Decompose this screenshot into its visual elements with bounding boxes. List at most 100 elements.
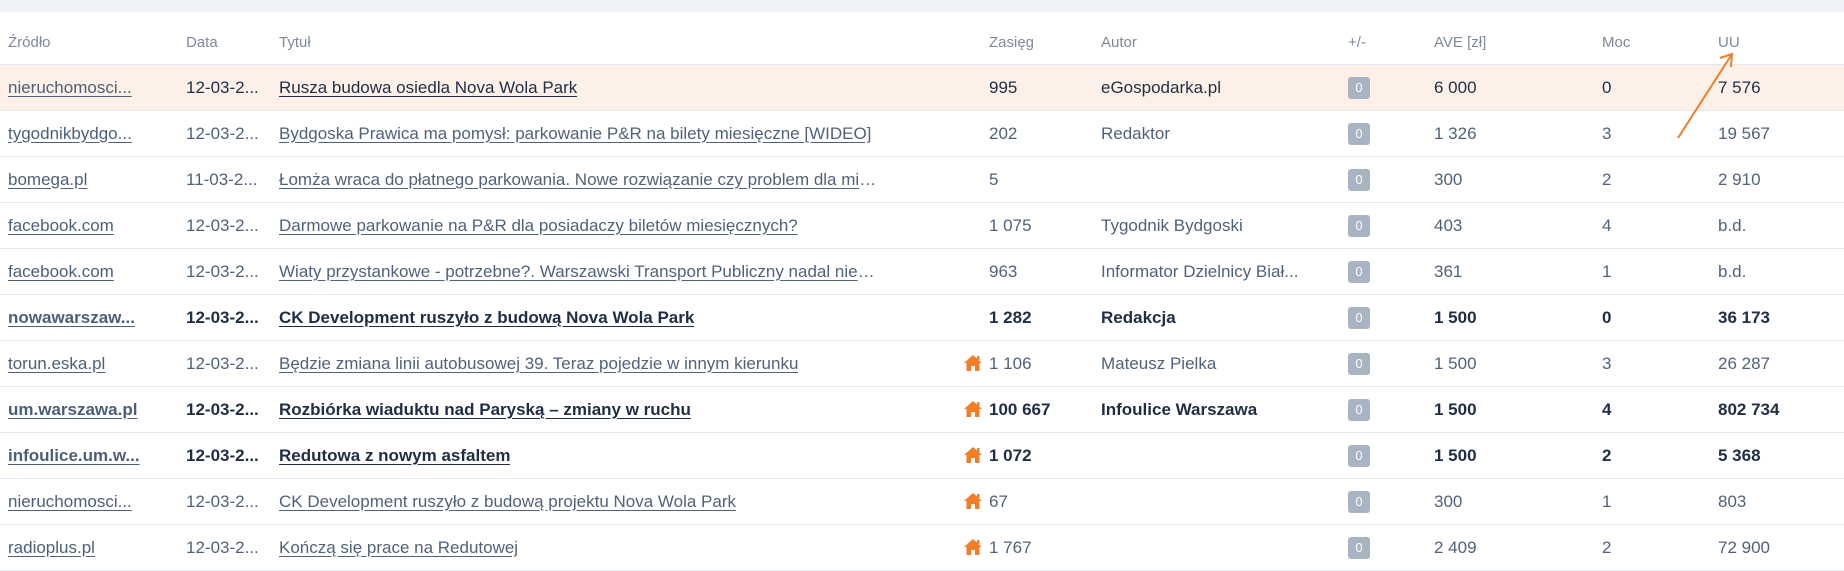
cell-power: 2 xyxy=(1594,156,1710,203)
plusminus-badge[interactable]: 0 xyxy=(1348,168,1370,191)
cell-source: nowawarszaw... xyxy=(0,294,178,341)
cell-reach: 995 xyxy=(981,64,1093,111)
source-link[interactable]: torun.eska.pl xyxy=(8,354,105,373)
title-link[interactable]: Rusza budowa osiedla Nova Wola Park xyxy=(279,78,577,98)
cell-power: 0 xyxy=(1594,294,1710,341)
home-icon xyxy=(963,400,983,418)
cell-source: nieruchomosci... xyxy=(0,478,178,525)
table-row[interactable]: tygodnikbydgo... 12-03-2... Bydgoska Prawi… xyxy=(0,110,1844,157)
source-link[interactable]: facebook.com xyxy=(8,216,114,235)
cell-reach: 202 xyxy=(981,110,1093,157)
col-header-title[interactable]: Tytuł xyxy=(271,20,981,65)
cell-ave: 6 000 xyxy=(1426,64,1594,111)
cell-reach: 100 667 xyxy=(981,386,1093,433)
title-link[interactable]: Bydgoska Prawica ma pomysł: parkowanie P… xyxy=(279,124,871,144)
source-link[interactable]: radioplus.pl xyxy=(8,538,95,557)
table-row[interactable]: um.warszawa.pl 12-03-2... Rozbiórka wiaduk… xyxy=(0,386,1844,433)
cell-plusminus: 0 xyxy=(1340,478,1426,525)
cell-title: Wiaty przystankowe - potrzebne?. Warszaw… xyxy=(271,248,981,295)
cell-uu: 26 287 xyxy=(1710,340,1844,387)
plusminus-badge[interactable]: 0 xyxy=(1348,398,1370,421)
cell-power: 0 xyxy=(1594,64,1710,111)
plusminus-badge[interactable]: 0 xyxy=(1348,214,1370,237)
table-row[interactable]: facebook.com 12-03-2... Wiaty przystankowe… xyxy=(0,248,1844,295)
plusminus-badge[interactable]: 0 xyxy=(1348,260,1370,283)
cell-reach: 5 xyxy=(981,156,1093,203)
mentions-table: Źródło Data Tytuł Zasięg Autor +/- AVE [… xyxy=(0,20,1844,571)
cell-source: radioplus.pl xyxy=(0,524,178,571)
source-link[interactable]: infoulice.um.w... xyxy=(8,446,140,465)
plusminus-badge[interactable]: 0 xyxy=(1348,352,1370,375)
cell-ave: 1 500 xyxy=(1426,386,1594,433)
col-header-ave[interactable]: AVE [zł] xyxy=(1426,20,1594,65)
cell-ave: 1 500 xyxy=(1426,432,1594,479)
title-link[interactable]: Darmowe parkowanie na P&R dla posiadaczy… xyxy=(279,216,798,236)
source-link[interactable]: facebook.com xyxy=(8,262,114,281)
cell-plusminus: 0 xyxy=(1340,386,1426,433)
plusminus-badge[interactable]: 0 xyxy=(1348,444,1370,467)
cell-uu: 7 576 xyxy=(1710,64,1844,111)
title-link[interactable]: Łomża wraca do płatnego parkowania. Nowe… xyxy=(279,170,879,190)
plusminus-badge[interactable]: 0 xyxy=(1348,536,1370,559)
plusminus-badge[interactable]: 0 xyxy=(1348,490,1370,513)
title-link[interactable]: Wiaty przystankowe - potrzebne?. Warszaw… xyxy=(279,262,879,282)
cell-author: Tygodnik Bydgoski xyxy=(1093,202,1340,249)
top-bar xyxy=(0,0,1844,12)
title-link[interactable]: Redutowa z nowym asfaltem xyxy=(279,446,510,466)
plusminus-badge[interactable]: 0 xyxy=(1348,122,1370,145)
cell-title: Redutowa z nowym asfaltem xyxy=(271,432,983,479)
table-row[interactable]: facebook.com 12-03-2... Darmowe parkowanie… xyxy=(0,202,1844,249)
cell-author xyxy=(1093,524,1340,571)
table-row[interactable]: torun.eska.pl 12-03-2... Będzie zmiana lin… xyxy=(0,340,1844,387)
source-link[interactable]: nieruchomosci... xyxy=(8,492,132,511)
cell-title: Rozbiórka wiaduktu nad Paryską – zmiany … xyxy=(271,386,983,433)
cell-uu: 2 910 xyxy=(1710,156,1844,203)
cell-ave: 300 xyxy=(1426,156,1594,203)
plusminus-badge[interactable]: 0 xyxy=(1348,76,1370,99)
cell-uu: b.d. xyxy=(1710,202,1844,249)
cell-plusminus: 0 xyxy=(1340,202,1426,249)
cell-ave: 1 500 xyxy=(1426,340,1594,387)
cell-title: Bydgoska Prawica ma pomysł: parkowanie P… xyxy=(271,110,981,157)
title-link[interactable]: CK Development ruszyło z budową projektu… xyxy=(279,492,736,512)
cell-uu: 5 368 xyxy=(1710,432,1844,479)
source-link[interactable]: nowawarszaw... xyxy=(8,308,135,327)
cell-author: Infoulice Warszawa xyxy=(1093,386,1340,433)
col-header-date[interactable]: Data xyxy=(178,20,271,65)
source-link[interactable]: nieruchomosci... xyxy=(8,78,132,97)
cell-date: 11-03-2... xyxy=(178,156,271,203)
title-link[interactable]: Będzie zmiana linii autobusowej 39. Tera… xyxy=(279,354,798,374)
col-header-author[interactable]: Autor xyxy=(1093,20,1340,65)
cell-reach: 1 072 xyxy=(981,432,1093,479)
cell-author xyxy=(1093,432,1340,479)
table-row[interactable]: nowawarszaw... 12-03-2... CK Development r… xyxy=(0,294,1844,341)
table-row[interactable]: bomega.pl 11-03-2... Łomża wraca do płatne… xyxy=(0,156,1844,203)
cell-source: bomega.pl xyxy=(0,156,178,203)
table-row[interactable]: nieruchomosci... 12-03-2... Rusza budowa o… xyxy=(0,64,1844,111)
source-link[interactable]: tygodnikbydgo... xyxy=(8,124,132,143)
title-link[interactable]: Rozbiórka wiaduktu nad Paryską – zmiany … xyxy=(279,400,691,420)
table-row[interactable]: infoulice.um.w... 12-03-2... Redutowa z no… xyxy=(0,432,1844,479)
source-link[interactable]: bomega.pl xyxy=(8,170,87,189)
title-link[interactable]: Kończą się prace na Redutowej xyxy=(279,538,518,558)
col-header-uu[interactable]: UU xyxy=(1710,20,1844,65)
cell-reach: 1 767 xyxy=(981,524,1093,571)
col-header-plusminus[interactable]: +/- xyxy=(1340,20,1426,65)
cell-reach: 67 xyxy=(981,478,1093,525)
table-row[interactable]: nieruchomosci... 12-03-2... CK Development… xyxy=(0,478,1844,525)
cell-title: Będzie zmiana linii autobusowej 39. Tera… xyxy=(271,340,982,387)
plusminus-badge[interactable]: 0 xyxy=(1348,306,1370,329)
home-icon xyxy=(963,446,983,464)
title-link[interactable]: CK Development ruszyło z budową Nova Wol… xyxy=(279,308,694,328)
table-row[interactable]: radioplus.pl 12-03-2... Kończą się prace n… xyxy=(0,524,1844,571)
col-header-reach[interactable]: Zasięg xyxy=(981,20,1093,65)
cell-date: 12-03-2... xyxy=(178,64,271,111)
cell-date: 12-03-2... xyxy=(178,340,271,387)
cell-power: 2 xyxy=(1594,432,1710,479)
source-link[interactable]: um.warszawa.pl xyxy=(8,400,137,419)
col-header-source[interactable]: Źródło xyxy=(0,20,178,65)
cell-power: 1 xyxy=(1594,478,1710,525)
cell-source: tygodnikbydgo... xyxy=(0,110,178,157)
col-header-power[interactable]: Moc xyxy=(1594,20,1710,65)
cell-ave: 1 500 xyxy=(1426,294,1594,341)
